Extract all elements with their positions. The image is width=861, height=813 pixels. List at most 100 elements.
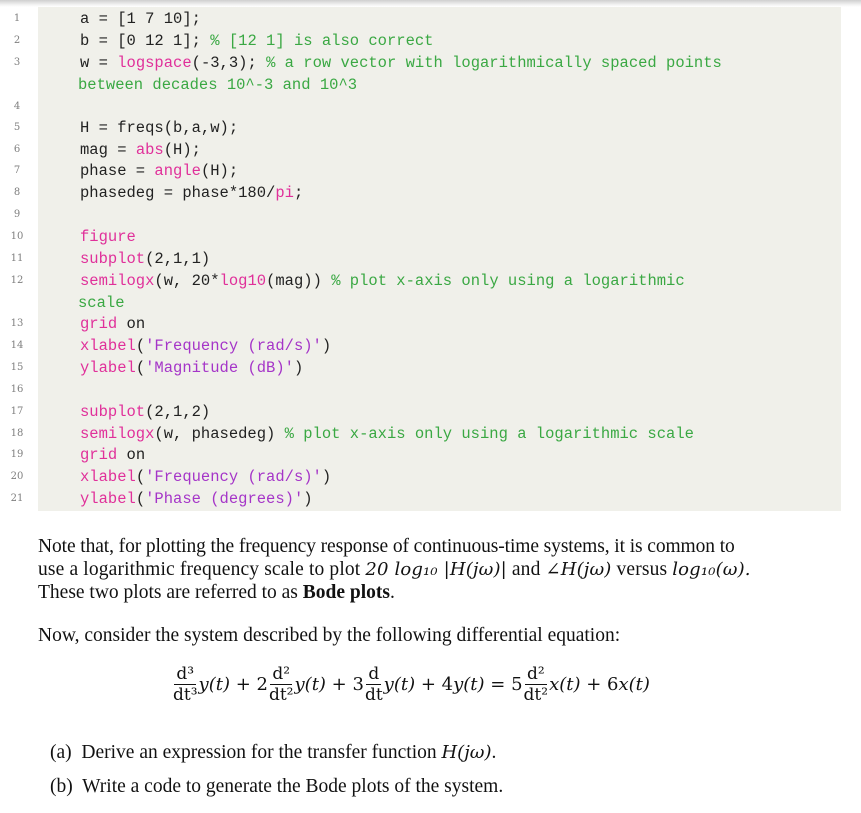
- code-token-keyword: log10: [219, 272, 267, 290]
- question-b: (b) Write a code to generate the Bode pl…: [50, 776, 503, 798]
- code-token-plain: ): [321, 468, 332, 486]
- line-number: 6: [13, 144, 21, 155]
- line-number: 4: [13, 101, 21, 112]
- code-token-plain: (H);: [163, 141, 201, 159]
- code-token-keyword: ylabel: [80, 359, 136, 377]
- text: .: [491, 742, 497, 763]
- math-log-omega: log₁₀(ω).: [672, 559, 751, 580]
- code-token-plain: (: [135, 337, 146, 355]
- fraction-d2-dt2-rhs: d² dt²: [524, 664, 549, 705]
- math-transfer-function: H(jω): [441, 742, 492, 763]
- term: y(t): [383, 674, 416, 695]
- text: versus: [611, 559, 673, 580]
- line-number: 12: [10, 275, 24, 286]
- line-number: 18: [10, 428, 24, 439]
- code-token-comment: between decades 10^-3 and 10^3: [78, 76, 358, 94]
- code-token-plain: (w, 20*: [154, 272, 220, 290]
- numerator: d³: [174, 664, 197, 685]
- denominator: dt²: [268, 685, 294, 705]
- code-token-comment: scale: [78, 294, 125, 312]
- code-token-plain: (2,1,1): [145, 250, 211, 268]
- numerator: d: [366, 664, 382, 685]
- text: These two plots are referred to as: [38, 582, 303, 603]
- code-line: between decades 10^-3 and 10^3: [78, 74, 357, 96]
- question-a: (a) Derive an expression for the transfe…: [50, 742, 496, 764]
- paragraph-line-2: use a logarithmic frequency scale to plo…: [38, 558, 843, 581]
- fraction-d2-dt2: d² dt²: [269, 664, 294, 705]
- code-token-comment: % plot x-axis only using a logarithmic: [331, 272, 685, 290]
- code-line: grid on: [80, 444, 145, 466]
- code-line: xlabel('Frequency (rad/s)'): [80, 335, 331, 357]
- line-number: 5: [13, 122, 21, 133]
- code-line: subplot(2,1,1): [80, 248, 210, 270]
- code-line: figure: [80, 226, 136, 248]
- text: .: [390, 582, 395, 603]
- code-line: ylabel('Phase (degrees)'): [80, 488, 313, 510]
- code-token-plain: ): [321, 337, 332, 355]
- code-token-string: 'Phase (degrees)': [145, 490, 304, 508]
- code-token-keyword: subplot: [80, 403, 146, 421]
- math-angle: ∠H(jω): [545, 559, 612, 580]
- code-token-plain: a = [1 7 10];: [80, 10, 201, 28]
- code-token-string: 'Frequency (rad/s)': [145, 337, 322, 355]
- code-token-comment: % [12 1] is also correct: [210, 32, 434, 50]
- code-token-keyword: xlabel: [80, 468, 136, 486]
- code-line: semilogx(w, phasedeg) % plot x-axis only…: [80, 423, 694, 445]
- numerator: d²: [524, 664, 547, 685]
- paragraph-bode-intro: Note that, for plotting the frequency re…: [38, 535, 843, 604]
- code-token-keyword: angle: [154, 162, 201, 180]
- line-number: 16: [10, 384, 24, 395]
- code-token-plain: (: [135, 359, 146, 377]
- line-number: 21: [10, 493, 24, 504]
- line-number: 11: [10, 253, 24, 264]
- code-line: mag = abs(H);: [80, 139, 201, 161]
- term: x(t): [549, 674, 581, 695]
- code-token-plain: (: [135, 468, 146, 486]
- code-line: subplot(2,1,2): [80, 401, 210, 423]
- question-label: (b): [50, 776, 73, 797]
- line-number: 19: [10, 449, 24, 460]
- operator: + 3: [325, 674, 364, 695]
- term: y(t): [294, 674, 326, 695]
- code-token-keyword: ylabel: [80, 490, 136, 508]
- denominator: dt³: [173, 685, 198, 705]
- code-token-comment: % a row vector with logarithmically spac…: [266, 54, 722, 72]
- code-line: scale: [78, 292, 125, 314]
- line-number: 2: [13, 35, 21, 46]
- operator: + 4: [415, 674, 454, 695]
- operator: + 6: [580, 674, 619, 695]
- line-number: 15: [10, 362, 24, 373]
- code-token-keyword: grid: [80, 315, 118, 333]
- code-line: w = logspace(-3,3); % a row vector with …: [80, 52, 722, 74]
- paragraph-line-1: Note that, for plotting the frequency re…: [38, 536, 735, 557]
- code-token-keyword: xlabel: [80, 337, 136, 355]
- code-token-plain: w =: [80, 54, 118, 72]
- question-text: Derive an expression for the transfer fu…: [81, 742, 442, 763]
- code-token-plain: ;: [293, 184, 304, 202]
- line-number: 17: [10, 406, 24, 417]
- text: and: [506, 559, 546, 580]
- code-token-keyword: figure: [80, 228, 136, 246]
- code-line: H = freqs(b,a,w);: [80, 117, 238, 139]
- question-text: Write a code to generate the Bode plots …: [82, 776, 504, 797]
- code-token-keyword: subplot: [80, 250, 146, 268]
- code-line: b = [0 12 1]; % [12 1] is also correct: [80, 30, 433, 52]
- code-token-plain: mag =: [80, 141, 136, 159]
- code-line: semilogx(w, 20*log10(mag)) % plot x-axis…: [80, 270, 685, 292]
- code-line: grid on: [80, 313, 145, 335]
- code-token-plain: b = [0 12 1];: [80, 32, 211, 50]
- line-number: 8: [13, 187, 21, 198]
- line-number: 3: [13, 57, 21, 68]
- code-token-keyword: semilogx: [80, 272, 155, 290]
- code-token-plain: (H);: [200, 162, 239, 180]
- code-token-plain: on: [117, 315, 146, 333]
- paragraph-consider: Now, consider the system described by th…: [38, 625, 621, 646]
- line-number: 14: [10, 340, 24, 351]
- code-line: xlabel('Frequency (rad/s)'): [80, 466, 331, 488]
- code-token-keyword: grid: [80, 446, 118, 464]
- paragraph-line-3: These two plots are referred to as Bode …: [38, 581, 843, 604]
- question-label: (a): [50, 742, 72, 763]
- line-number: 1: [13, 13, 21, 24]
- fraction-d3-dt3: d³ dt³: [173, 664, 198, 705]
- fraction-d-dt: d dt: [365, 664, 383, 705]
